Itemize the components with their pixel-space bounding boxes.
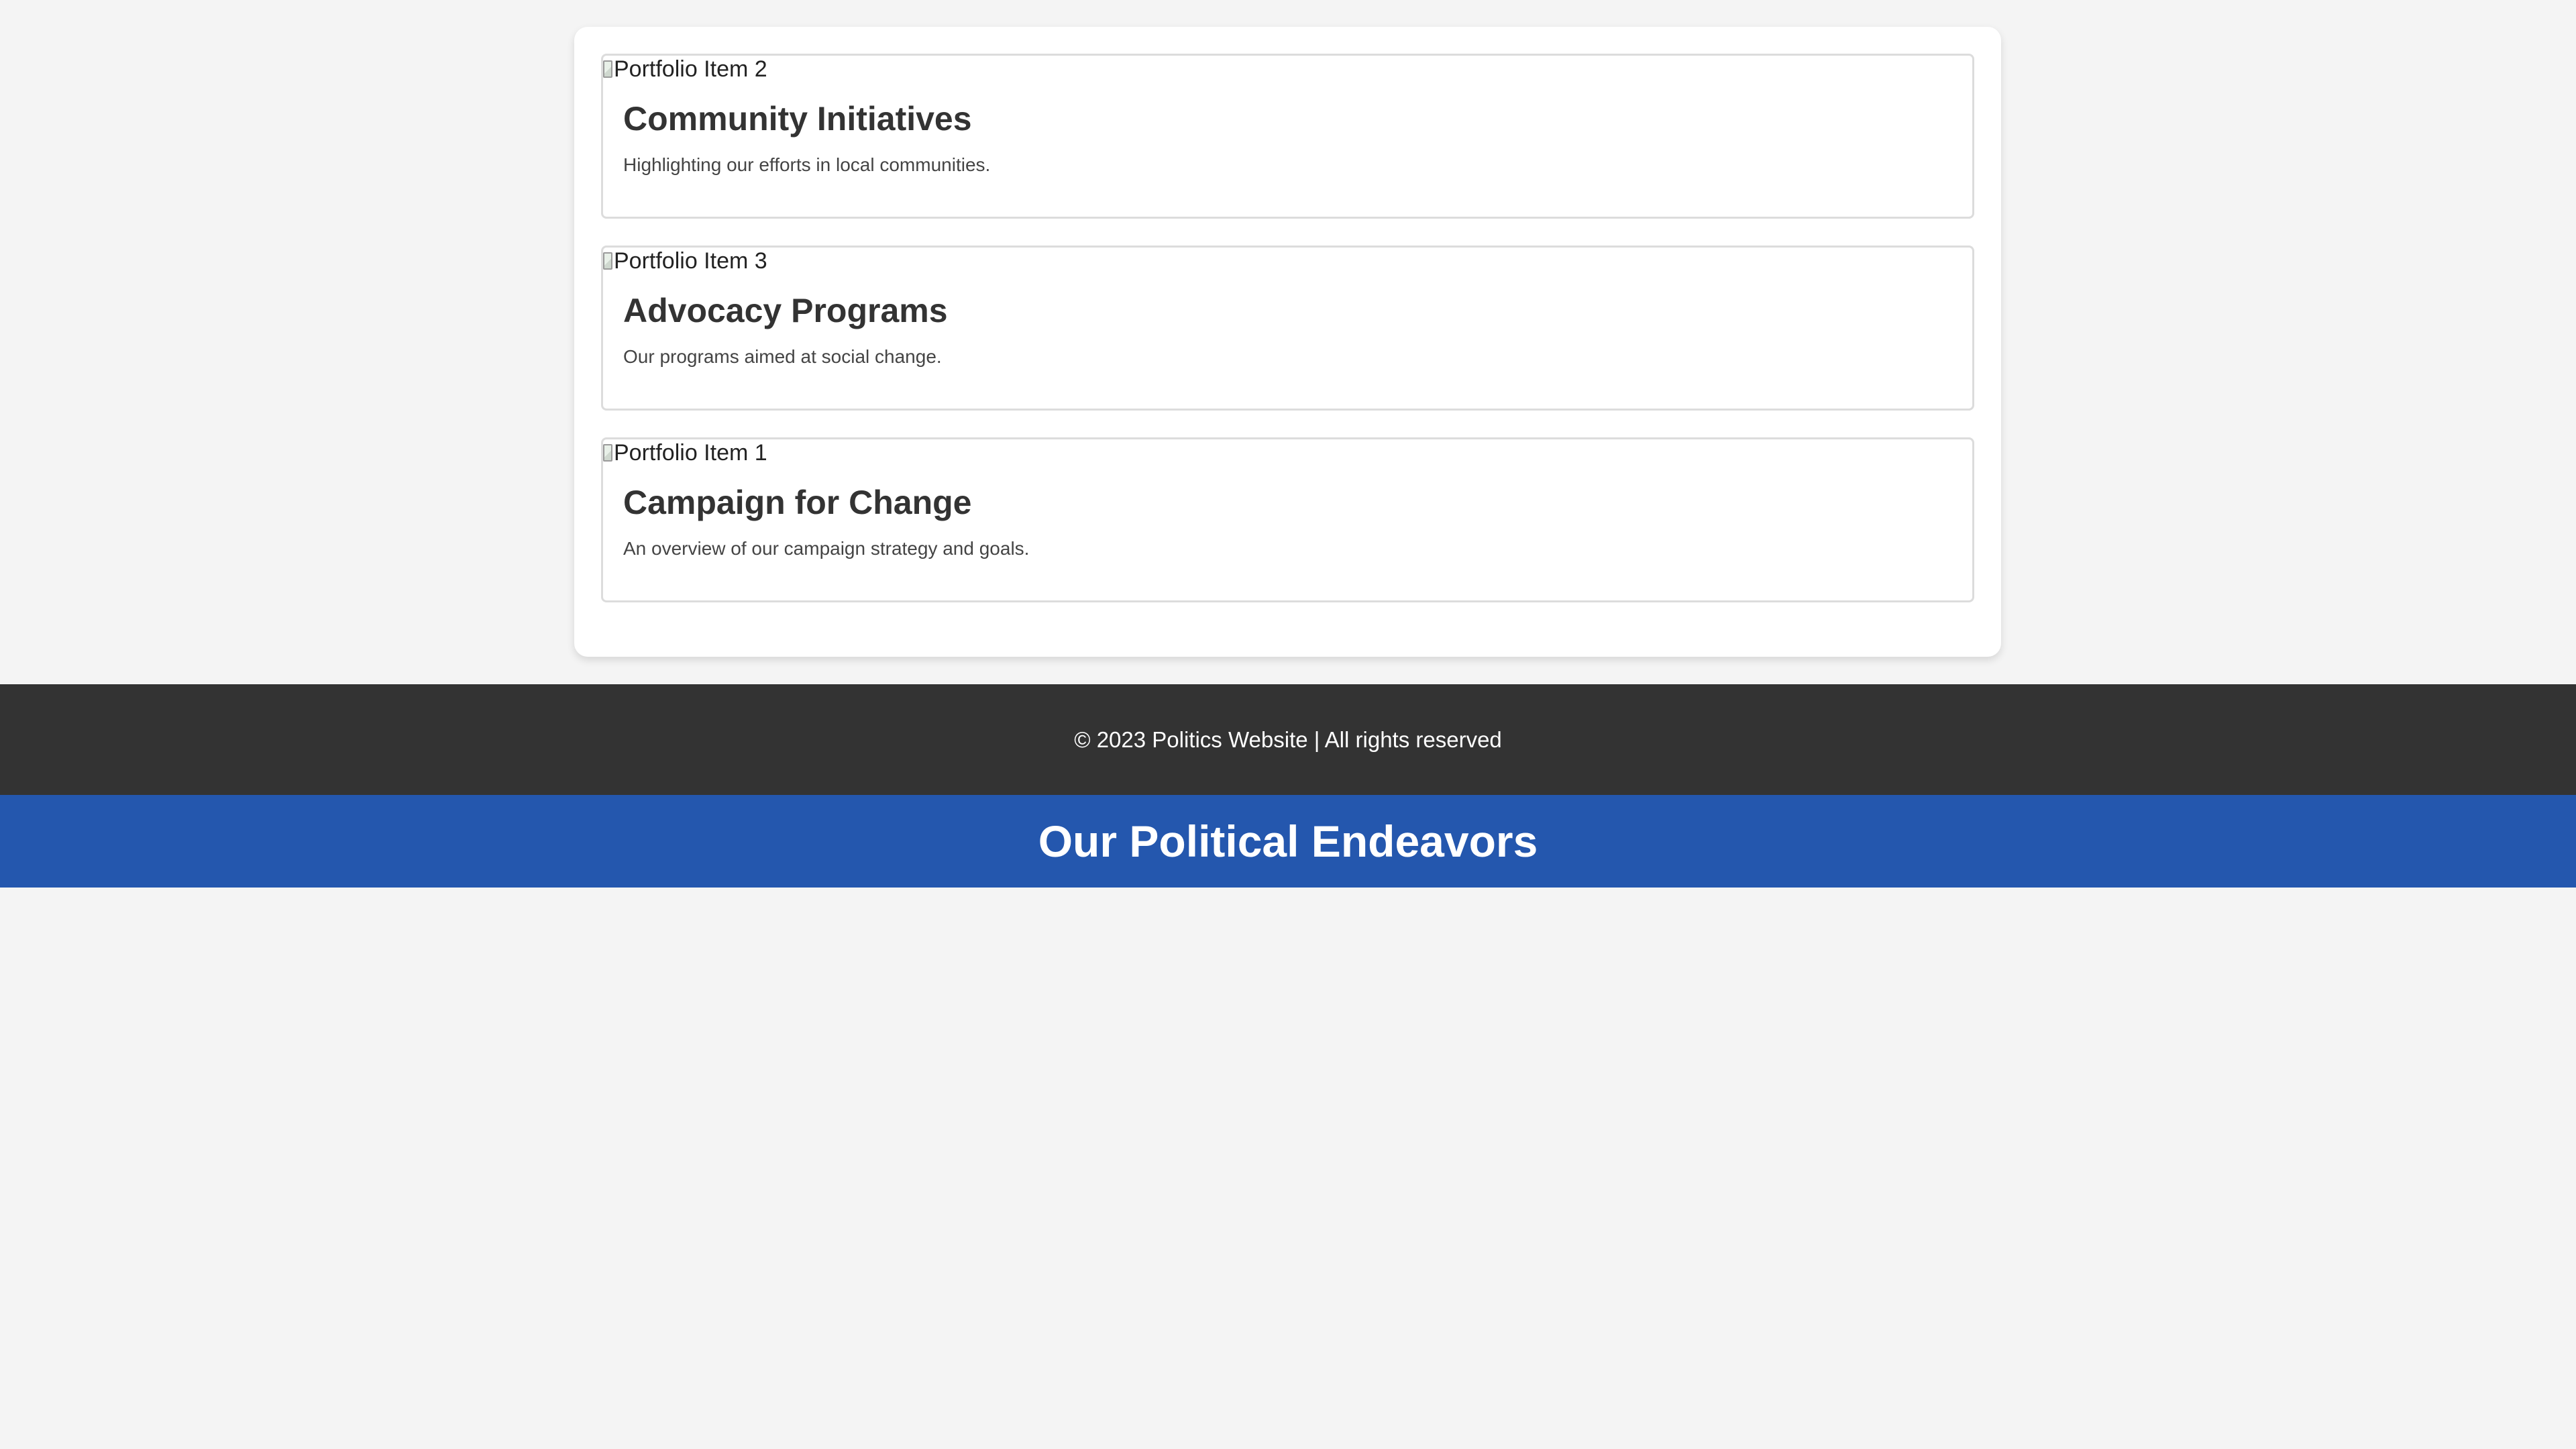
portfolio-item-description: Our programs aimed at social change.: [623, 346, 942, 367]
portfolio-item-title: Advocacy Programs: [623, 292, 948, 329]
portfolio-item-description: Highlighting our efforts in local commun…: [623, 154, 991, 175]
portfolio-item-image-alt: Portfolio Item 1: [614, 440, 767, 466]
portfolio-item-title: Community Initiatives: [623, 100, 972, 138]
site-footer: © 2023 Politics Website | All rights res…: [0, 684, 2576, 795]
portfolio-item-card[interactable]: Portfolio Item 1 Campaign for Change An …: [601, 437, 1974, 602]
broken-image-icon: [603, 252, 612, 270]
broken-image-icon: [603, 60, 612, 78]
page-title: Our Political Endeavors: [1038, 816, 1538, 866]
portfolio-container: Portfolio Item 2 Community Initiatives H…: [574, 27, 2001, 657]
portfolio-item-image: Portfolio Item 2: [603, 56, 767, 82]
portfolio-item-card[interactable]: Portfolio Item 3 Advocacy Programs Our p…: [601, 246, 1974, 411]
portfolio-item-title: Campaign for Change: [623, 484, 972, 521]
portfolio-item-image-alt: Portfolio Item 3: [614, 248, 767, 274]
portfolio-item-image-alt: Portfolio Item 2: [614, 56, 767, 82]
copyright-text: © 2023 Politics Website | All rights res…: [1074, 727, 1502, 752]
portfolio-item-image: Portfolio Item 3: [603, 248, 767, 274]
broken-image-icon: [603, 444, 612, 462]
portfolio-item-description: An overview of our campaign strategy and…: [623, 538, 1030, 559]
page-header-banner: Our Political Endeavors: [0, 795, 2576, 888]
portfolio-item-card[interactable]: Portfolio Item 2 Community Initiatives H…: [601, 54, 1974, 219]
portfolio-item-image: Portfolio Item 1: [603, 440, 767, 466]
